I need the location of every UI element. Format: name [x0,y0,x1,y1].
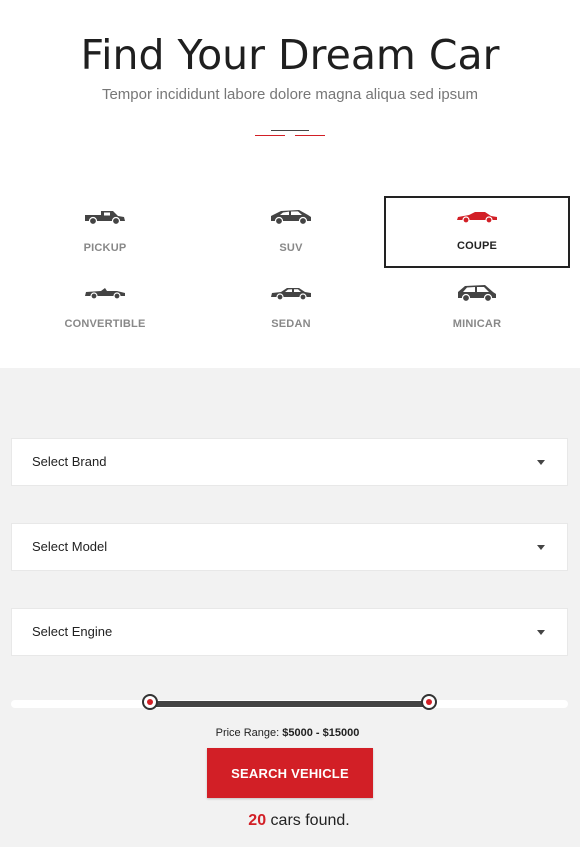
title-divider [255,130,325,138]
vehicle-type-grid: PICKUP SUV COUPE CONVERTIBLE SEDAN MINIC… [12,196,570,344]
search-vehicle-button[interactable]: SEARCH VEHICLE [207,748,373,798]
vehicle-type-label: MINICAR [452,318,502,330]
page-title: Find Your Dream Car [80,31,500,79]
price-range-fill [150,701,429,707]
engine-select[interactable]: Select Engine [11,608,568,656]
vehicle-type-pickup[interactable]: PICKUP [12,196,198,268]
engine-select-label: Select Engine [32,624,113,639]
model-select-label: Select Model [32,539,108,554]
sedan-icon [269,282,313,304]
vehicle-type-sedan[interactable]: SEDAN [198,272,384,344]
vehicle-type-label: COUPE [456,240,498,252]
results-suffix: cars found. [270,812,350,829]
convertible-icon [83,282,127,304]
price-min-handle[interactable] [142,694,159,710]
page-subtitle: Tempor incididunt labore dolore magna al… [101,86,479,103]
vehicle-type-label: PICKUP [83,242,127,254]
header-section: Find Your Dream Car Tempor incididunt la… [0,0,580,368]
price-max-value: $15000 [322,727,360,739]
chevron-down-icon [537,630,545,635]
brand-select[interactable]: Select Brand [11,438,568,486]
results-number: 20 [248,812,267,829]
suv-icon [269,206,313,228]
chevron-down-icon [537,545,545,550]
model-select[interactable]: Select Model [11,523,568,571]
price-range-text: Price Range: $5000 - $15000 [0,727,575,739]
search-panel: Select Brand Select Model Select Engine … [0,368,580,847]
chevron-down-icon [537,460,545,465]
vehicle-type-minicar[interactable]: MINICAR [384,272,570,344]
vehicle-type-convertible[interactable]: CONVERTIBLE [12,272,198,344]
results-count: 20 cars found. [0,812,580,830]
vehicle-type-coupe[interactable]: COUPE [384,196,570,268]
brand-select-label: Select Brand [32,454,107,469]
vehicle-type-label: CONVERTIBLE [64,318,146,330]
vehicle-type-label: SUV [279,242,303,254]
price-min-value: $5000 [282,727,313,739]
vehicle-type-label: SEDAN [271,318,311,330]
price-separator: - [315,727,320,739]
vehicle-type-suv[interactable]: SUV [198,196,384,268]
coupe-icon [455,206,499,228]
pickup-icon [83,206,127,228]
price-range-label: Price Range: [215,727,280,739]
price-max-handle[interactable] [420,694,437,710]
minicar-icon [455,282,499,304]
price-range-slider[interactable] [11,694,568,710]
